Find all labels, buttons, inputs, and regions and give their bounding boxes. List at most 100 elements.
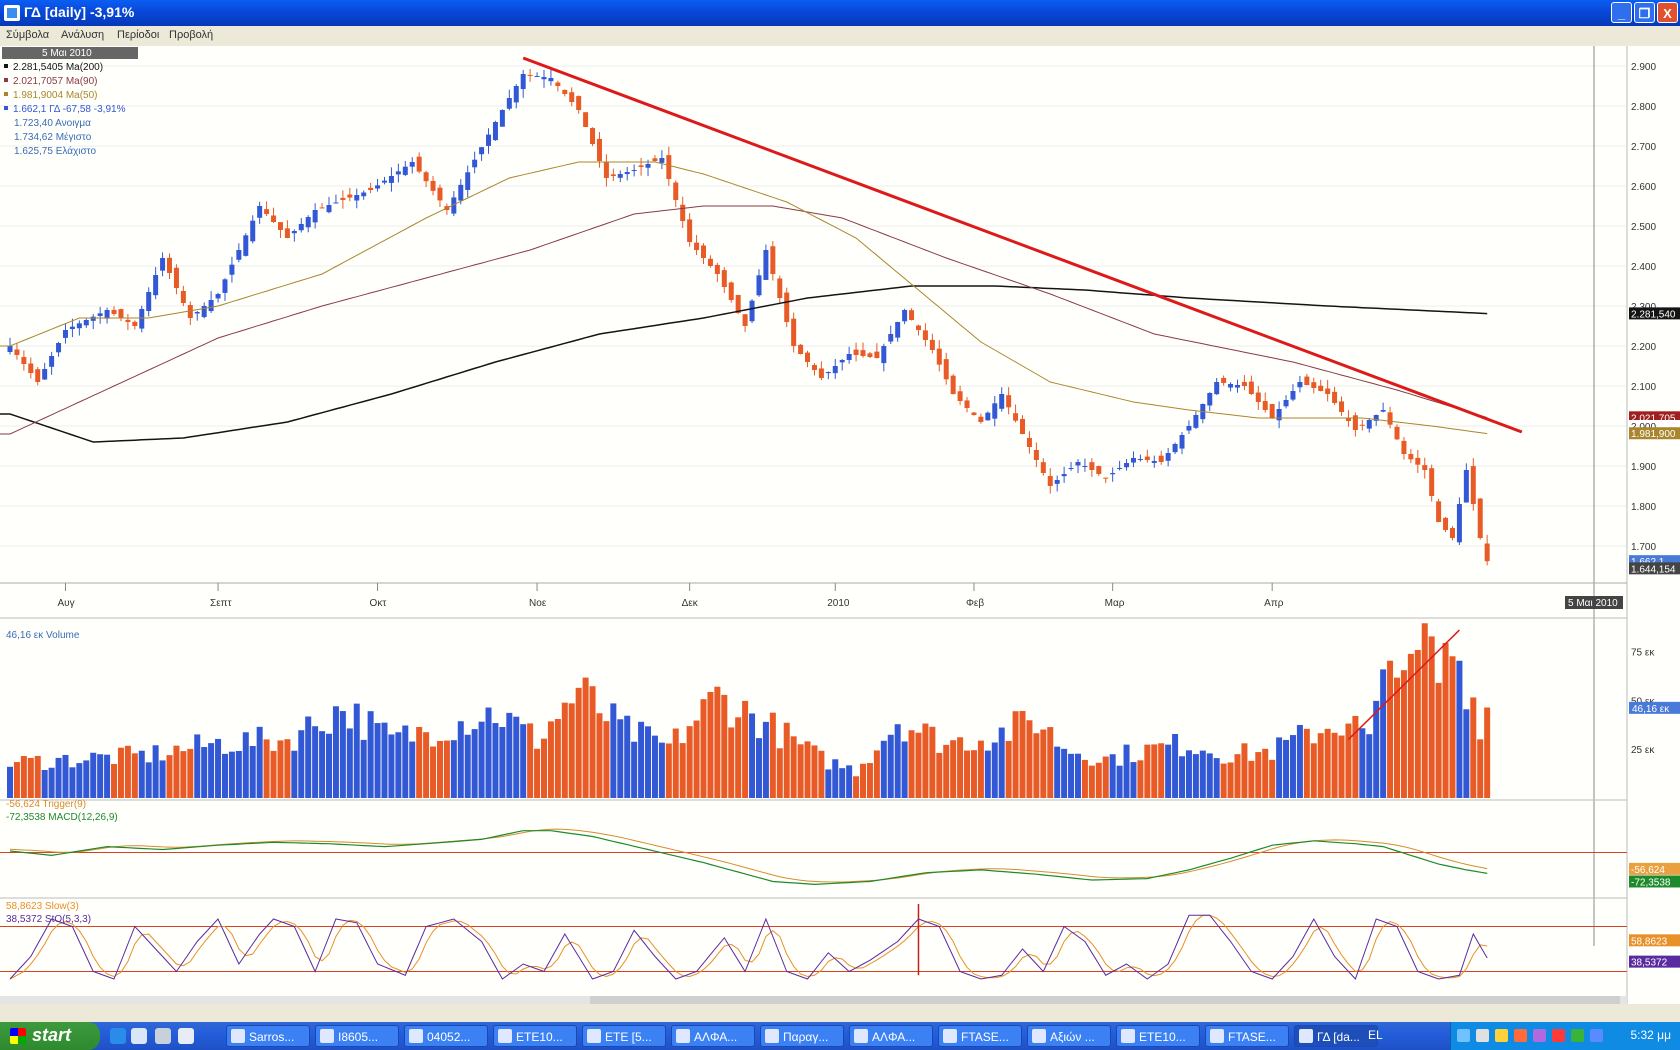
candle-body <box>153 275 159 296</box>
y-tick-label: 2.900 <box>1631 62 1656 73</box>
volume-bar <box>104 754 111 798</box>
volume-bar <box>977 740 984 798</box>
volume-bar <box>208 743 215 798</box>
macd-tag-label: -72,3538 <box>1631 877 1671 888</box>
volume-bar <box>111 764 118 798</box>
volume-bar <box>7 766 13 798</box>
volume-bar <box>76 763 83 798</box>
language-indicator[interactable]: EL <box>1368 1028 1383 1042</box>
candle-body <box>1429 468 1435 496</box>
candle-body <box>1117 468 1123 469</box>
candle-body <box>111 309 117 314</box>
taskbar-button[interactable]: Sarros... <box>226 1025 310 1047</box>
candle-body <box>1380 410 1386 412</box>
volume-bar <box>825 769 832 798</box>
volume-bar <box>124 745 131 798</box>
menu-periods[interactable]: Περίοδοι <box>117 29 159 41</box>
candle-body <box>395 171 401 175</box>
candle-body <box>603 161 609 178</box>
maximize-button[interactable]: ❐ <box>1634 2 1655 23</box>
taskbar-button[interactable]: ΑΛΦΑ... <box>671 1025 755 1047</box>
candle-body <box>243 235 249 256</box>
shield-icon[interactable] <box>1495 1029 1508 1042</box>
volume-bar <box>13 762 20 798</box>
taskbar-button[interactable]: Παραγ... <box>760 1025 844 1047</box>
volume-bar <box>950 740 957 798</box>
candle-body <box>1033 450 1039 460</box>
volume-bar <box>97 754 104 798</box>
volume-bar <box>291 750 298 798</box>
scrollbar-thumb[interactable] <box>590 996 1620 1004</box>
taskbar-button[interactable]: ETE10... <box>1116 1025 1200 1047</box>
taskbar-button[interactable]: ETE [5... <box>582 1025 666 1047</box>
candle-body <box>69 326 75 330</box>
volume-bar <box>645 726 652 798</box>
volume-bar <box>658 742 665 798</box>
volume-bar <box>804 741 811 798</box>
taskbar-button[interactable]: ETE10... <box>493 1025 577 1047</box>
taskbar-button[interactable]: ΓΔ [da... <box>1294 1025 1378 1047</box>
desktop-icon[interactable] <box>131 1028 147 1044</box>
candle-body <box>617 174 623 178</box>
candle-body <box>1408 453 1414 460</box>
candle-body <box>534 76 540 77</box>
antivirus-icon[interactable] <box>1514 1029 1527 1042</box>
minimize-button[interactable]: _ <box>1611 2 1632 23</box>
network-icon[interactable] <box>1457 1029 1470 1042</box>
candle-body <box>520 74 526 90</box>
candle-body <box>340 197 346 200</box>
taskbar-button[interactable]: FTASE... <box>938 1025 1022 1047</box>
clock[interactable]: 5:32 μμ <box>1630 1028 1671 1042</box>
volume-bar <box>1220 763 1227 798</box>
candle-body <box>146 292 152 312</box>
volume-icon[interactable] <box>1476 1029 1489 1042</box>
volume-bar <box>1303 728 1310 798</box>
volume-bar <box>1005 740 1012 798</box>
taskbar-button-label: ΑΛΦΑ... <box>694 1030 738 1044</box>
volume-bar <box>173 745 180 798</box>
taskbar-button-label: FTASE... <box>1228 1030 1276 1044</box>
candle-body <box>1103 477 1109 479</box>
volume-bar <box>1109 754 1116 798</box>
menu-symbols[interactable]: Σύμβολα <box>6 29 49 41</box>
volume-bar <box>1061 748 1068 798</box>
volume-bar <box>742 700 749 798</box>
volume-bar <box>55 757 62 798</box>
taskbar-button-label: ΓΔ [da... <box>1317 1030 1360 1044</box>
menu-view[interactable]: Προβολή <box>169 29 213 41</box>
volume-bar <box>180 751 187 798</box>
volume-bar <box>1137 760 1144 798</box>
volume-bar <box>1033 733 1040 798</box>
ie-icon[interactable] <box>110 1028 126 1044</box>
bluetooth-icon[interactable] <box>1590 1029 1603 1042</box>
y-tick-label: 2.500 <box>1631 222 1656 233</box>
menu-analysis[interactable]: Ανάλυση <box>61 29 104 41</box>
candle-body <box>465 172 471 190</box>
taskbar-button[interactable]: Αξιών ... <box>1027 1025 1111 1047</box>
taskbar-button[interactable]: 04052... <box>404 1025 488 1047</box>
volume-bar <box>589 686 596 798</box>
candle-body <box>1283 400 1289 407</box>
update-icon[interactable] <box>1571 1029 1584 1042</box>
volume-bar <box>423 732 430 798</box>
taskbar-button[interactable]: I8605... <box>315 1025 399 1047</box>
candle-body <box>1456 504 1462 543</box>
taskbar-button[interactable]: ΑΛΦΑ... <box>849 1025 933 1047</box>
volume-bar <box>1324 728 1331 798</box>
candle-body <box>7 346 13 352</box>
close-button[interactable]: X <box>1657 2 1678 23</box>
candle-body <box>1124 463 1130 468</box>
window-quicklaunch-icon[interactable] <box>178 1028 194 1044</box>
candle-body <box>1311 382 1317 388</box>
volume-bar <box>1317 733 1324 798</box>
window-icon <box>1032 1029 1046 1043</box>
volume-bar <box>83 760 90 798</box>
start-button[interactable]: start <box>0 1022 100 1050</box>
volume-bar <box>624 715 631 798</box>
messenger-icon[interactable] <box>1533 1029 1546 1042</box>
volume-bar <box>561 702 568 798</box>
app-quicklaunch-icon[interactable] <box>155 1028 171 1044</box>
alert-icon[interactable] <box>1552 1029 1565 1042</box>
volume-bar <box>818 750 825 798</box>
taskbar-button[interactable]: FTASE... <box>1205 1025 1289 1047</box>
